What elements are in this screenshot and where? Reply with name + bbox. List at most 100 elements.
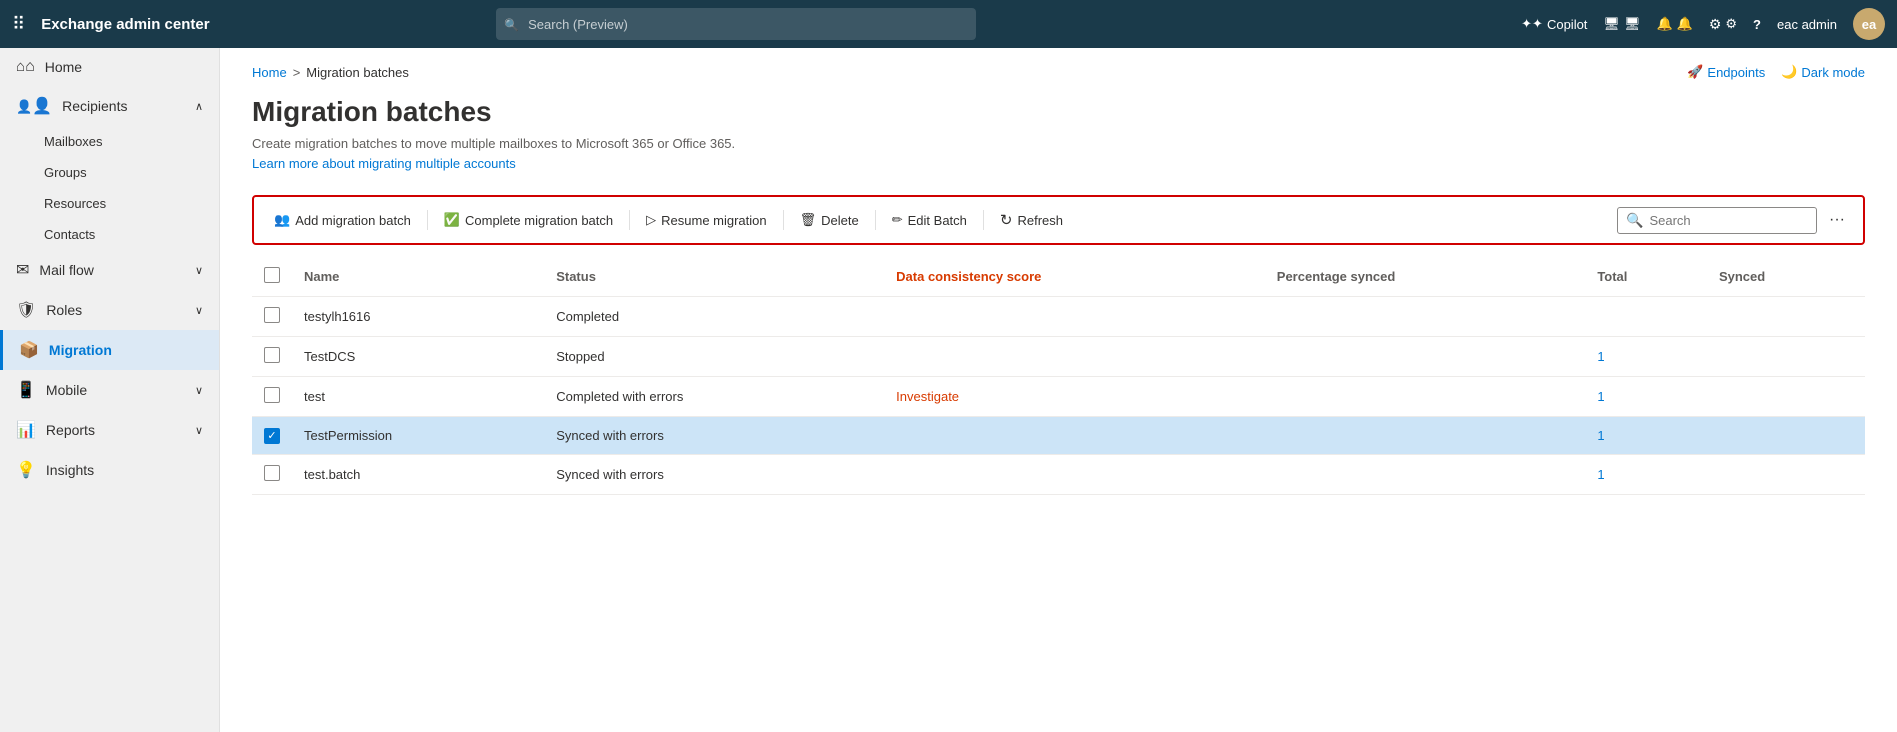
toolbar-divider-5 <box>983 210 984 230</box>
breadcrumb: Home > Migration batches <box>252 65 409 80</box>
page-content: Migration batches Create migration batch… <box>220 80 1897 527</box>
row-name: TestDCS <box>292 337 544 377</box>
row-name: testylh1616 <box>292 297 544 337</box>
row-synced <box>1707 377 1865 417</box>
recipients-chevron-icon: ∧ <box>195 100 203 113</box>
sidebar: ⌂ Home 👤 Recipients ∧ Mailboxes Groups R… <box>0 48 220 732</box>
toolbar-search-icon: 🔍 <box>1626 212 1643 229</box>
edit-batch-button[interactable]: ✏ Edit Batch <box>882 206 977 234</box>
row-data-consistency <box>884 417 1265 455</box>
migration-icon: 📦 <box>19 340 39 360</box>
add-batch-icon: 👥 <box>274 212 290 228</box>
refresh-icon: ↻ <box>1000 211 1013 229</box>
col-header-synced: Synced <box>1707 257 1865 297</box>
row-name: test.batch <box>292 454 544 494</box>
migration-batches-table: Name Status Data consistency score Perce… <box>252 257 1865 495</box>
global-search <box>496 8 976 40</box>
sidebar-item-groups[interactable]: Groups <box>0 157 219 188</box>
page-description: Create migration batches to move multipl… <box>252 136 1865 151</box>
sidebar-item-home[interactable]: ⌂ Home <box>0 48 219 86</box>
toolbar-search-input[interactable] <box>1649 213 1808 228</box>
sidebar-item-mobile[interactable]: 📱 Mobile ∨ <box>0 370 219 410</box>
total-value: 1 <box>1597 389 1604 404</box>
edit-icon: ✏ <box>892 212 903 228</box>
help-icon[interactable]: ? <box>1753 17 1761 32</box>
global-search-input[interactable] <box>496 8 976 40</box>
table-row[interactable]: test.batch Synced with errors 1 <box>252 454 1865 494</box>
select-all-header[interactable] <box>252 257 292 297</box>
row-total: 1 <box>1585 337 1707 377</box>
row-status: Synced with errors <box>544 454 884 494</box>
toolbar-search: 🔍 <box>1617 207 1817 234</box>
row-synced <box>1707 297 1865 337</box>
score-value: Investigate <box>896 389 959 404</box>
row-percentage-synced <box>1265 454 1586 494</box>
topbar: Exchange admin center ✦ Copilot 🖥 🔔 ⚙ ? … <box>0 0 1897 48</box>
row-checkbox-cell[interactable] <box>252 297 292 337</box>
table-row[interactable]: testylh1616 Completed <box>252 297 1865 337</box>
toolbar-divider-1 <box>427 210 428 230</box>
col-header-percentage-synced: Percentage synced <box>1265 257 1586 297</box>
endpoints-button[interactable]: 🚀 Endpoints <box>1687 64 1765 80</box>
row-total: 1 <box>1585 454 1707 494</box>
row-checkbox-cell[interactable]: ✓ <box>252 417 292 455</box>
main-content: Home > Migration batches 🚀 Endpoints 🌙 D… <box>220 48 1897 732</box>
bell-icon[interactable]: 🔔 <box>1656 16 1692 32</box>
row-total: 1 <box>1585 377 1707 417</box>
row-checkbox[interactable] <box>264 347 280 363</box>
resume-migration-button[interactable]: ▷ Resume migration <box>636 206 777 234</box>
table-row[interactable]: ✓ TestPermission Synced with errors 1 <box>252 417 1865 455</box>
complete-migration-batch-button[interactable]: ✅ Complete migration batch <box>434 206 623 234</box>
toolbar-more-button[interactable]: ··· <box>1821 207 1853 233</box>
roles-chevron-icon: ∨ <box>195 304 203 317</box>
breadcrumb-separator: > <box>293 65 301 80</box>
mobile-icon: 📱 <box>16 380 36 400</box>
row-checkbox[interactable] <box>264 465 280 481</box>
row-total <box>1585 297 1707 337</box>
row-percentage-synced <box>1265 417 1586 455</box>
sidebar-item-mail-flow[interactable]: ✉ Mail flow ∨ <box>0 250 219 290</box>
reports-icon: 📊 <box>16 420 36 440</box>
col-header-data-consistency: Data consistency score <box>884 257 1265 297</box>
sidebar-item-insights[interactable]: 💡 Insights <box>0 450 219 490</box>
col-header-total: Total <box>1585 257 1707 297</box>
app-title: Exchange admin center <box>41 16 209 33</box>
sidebar-item-contacts[interactable]: Contacts <box>0 219 219 250</box>
table-row[interactable]: test Completed with errors Investigate 1 <box>252 377 1865 417</box>
sidebar-item-migration[interactable]: 📦 Migration <box>0 330 219 370</box>
row-checkbox[interactable] <box>264 387 280 403</box>
settings-icon[interactable]: ⚙ <box>1709 16 1737 33</box>
toolbar-divider-3 <box>783 210 784 230</box>
home-icon: ⌂ <box>16 58 35 76</box>
sidebar-item-recipients[interactable]: 👤 Recipients ∧ <box>0 86 219 126</box>
main-header-bar: Home > Migration batches 🚀 Endpoints 🌙 D… <box>220 48 1897 80</box>
select-all-checkbox[interactable] <box>264 267 280 283</box>
row-checkbox[interactable] <box>264 307 280 323</box>
avatar[interactable]: ea <box>1853 8 1885 40</box>
breadcrumb-home[interactable]: Home <box>252 65 287 80</box>
add-migration-batch-button[interactable]: 👥 Add migration batch <box>264 206 421 234</box>
monitor-icon[interactable]: 🖥 <box>1603 16 1640 32</box>
delete-button[interactable]: 🗑 Delete <box>790 206 869 234</box>
row-checkbox-cell[interactable] <box>252 337 292 377</box>
row-data-consistency <box>884 337 1265 377</box>
copilot-button[interactable]: ✦ Copilot <box>1521 16 1587 32</box>
refresh-button[interactable]: ↻ Refresh <box>990 205 1073 235</box>
sidebar-item-roles[interactable]: 🛡 Roles ∨ <box>0 290 219 330</box>
table-row[interactable]: TestDCS Stopped 1 <box>252 337 1865 377</box>
sidebar-item-resources[interactable]: Resources <box>0 188 219 219</box>
row-checkbox[interactable]: ✓ <box>264 428 280 444</box>
total-value: 1 <box>1597 467 1604 482</box>
row-checkbox-cell[interactable] <box>252 454 292 494</box>
dark-mode-button[interactable]: 🌙 Dark mode <box>1781 64 1865 80</box>
row-checkbox-cell[interactable] <box>252 377 292 417</box>
sidebar-item-reports[interactable]: 📊 Reports ∨ <box>0 410 219 450</box>
global-search-icon <box>504 16 519 32</box>
sidebar-item-mailboxes[interactable]: Mailboxes <box>0 126 219 157</box>
row-data-consistency: Investigate <box>884 377 1265 417</box>
row-percentage-synced <box>1265 297 1586 337</box>
row-status: Synced with errors <box>544 417 884 455</box>
waffle-icon[interactable] <box>12 14 25 35</box>
total-value: 1 <box>1597 349 1604 364</box>
learn-more-link[interactable]: Learn more about migrating multiple acco… <box>252 156 516 171</box>
